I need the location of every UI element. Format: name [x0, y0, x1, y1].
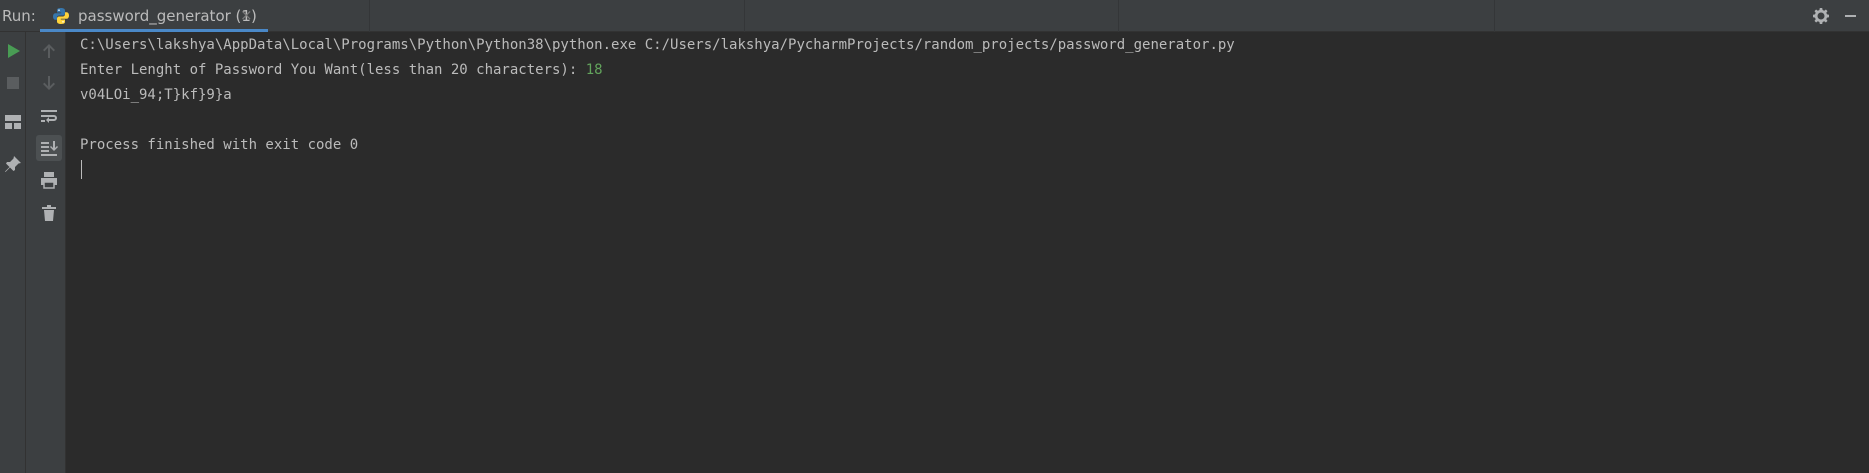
- close-tab-button[interactable]: ×: [240, 6, 253, 24]
- console-prompt: Enter Lenght of Password You Want(less t…: [80, 62, 586, 78]
- down-arrow-icon[interactable]: [39, 73, 59, 93]
- tab-separator: [369, 0, 370, 32]
- pin-icon[interactable]: [3, 154, 23, 174]
- python-icon: [52, 7, 70, 25]
- console-user-input: 18: [585, 62, 603, 78]
- rerun-icon[interactable]: [3, 41, 23, 61]
- active-tab-indicator: [40, 29, 268, 32]
- tab-label: password_generator (1): [78, 7, 257, 25]
- stop-icon[interactable]: [3, 73, 23, 93]
- minimize-icon[interactable]: [1845, 15, 1856, 17]
- console-tools-strip: [34, 32, 66, 473]
- console-password-output: v04LOi_94;T}kf}9}a: [80, 87, 232, 103]
- run-controls-strip: [0, 32, 26, 473]
- scroll-to-end-icon[interactable]: [39, 138, 59, 158]
- print-icon[interactable]: [39, 170, 59, 190]
- run-tab-bar: Run: password_generator (1) ×: [0, 0, 1869, 32]
- soft-wrap-icon[interactable]: [39, 106, 59, 126]
- layout-icon[interactable]: [3, 112, 23, 132]
- console-prompt-line: Enter Lenght of Password You Want(less t…: [80, 58, 603, 82]
- up-arrow-icon[interactable]: [39, 41, 59, 61]
- text-caret: [81, 160, 82, 179]
- tab-password-generator[interactable]: password_generator (1) ×: [40, 0, 268, 32]
- run-label: Run:: [2, 7, 36, 25]
- console-exit-message: Process finished with exit code 0: [80, 137, 359, 153]
- tab-separator: [744, 0, 745, 32]
- console-command-line: C:\Users\lakshya\AppData\Local\Programs\…: [80, 37, 1235, 53]
- trash-icon[interactable]: [39, 203, 59, 223]
- gear-icon[interactable]: [1812, 7, 1830, 25]
- strip-gap: [26, 32, 34, 473]
- tab-separator: [1494, 0, 1495, 32]
- tab-separator: [1118, 0, 1119, 32]
